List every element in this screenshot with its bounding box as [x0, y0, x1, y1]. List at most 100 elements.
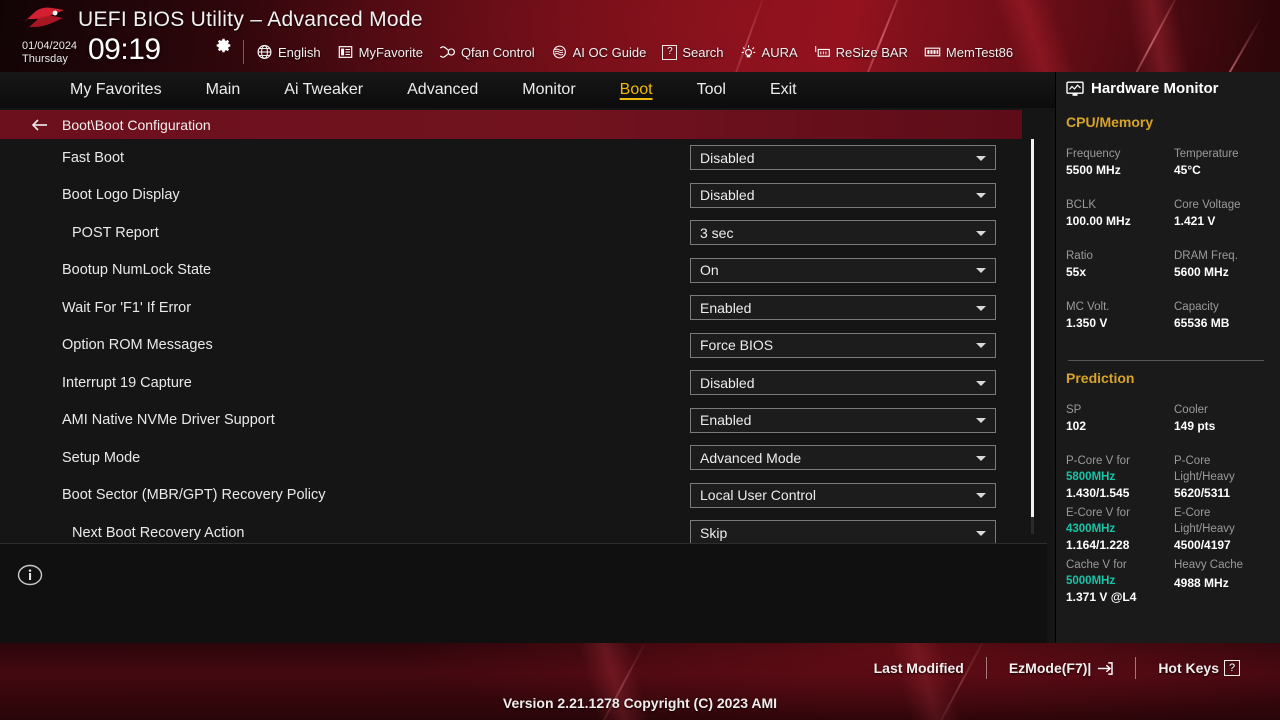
setting-dropdown[interactable]: Skip	[690, 520, 996, 543]
gear-icon[interactable]	[215, 37, 232, 54]
prediction-e-core-clocks: E-Core Light/Heavy 4500/4197	[1174, 505, 1274, 553]
setting-row-boot-sector-recovery-policy[interactable]: Boot Sector (MBR/GPT) Recovery Policy Lo…	[0, 477, 1047, 515]
header-divider	[243, 40, 244, 64]
setting-row-boot-logo-display[interactable]: Boot Logo Display Disabled	[0, 177, 1047, 215]
setting-dropdown[interactable]: Local User Control	[690, 482, 996, 508]
nav-tab-boot[interactable]: Boot	[598, 72, 675, 108]
setting-row-bootup-numlock-state[interactable]: Bootup NumLock State On	[0, 252, 1047, 290]
decor-streak	[1119, 0, 1183, 72]
setting-dropdown[interactable]: Disabled	[690, 182, 996, 208]
metric-value: 1.164/1.228	[1066, 538, 1130, 552]
metric-value: 4988 MHz	[1174, 576, 1229, 590]
metric-frequency: Frequency 5500 MHz	[1066, 146, 1166, 178]
date-value: 01/04/2024	[22, 40, 78, 52]
setting-label: POST Report	[72, 224, 159, 241]
toolbar-item-resize-bar[interactable]: ReSize BAR	[814, 44, 908, 60]
sidebar-metric-pair: Ratio 55x DRAM Freq. 5600 MHz	[1066, 248, 1274, 299]
footer-last-modified-button[interactable]: Last Modified	[852, 660, 986, 676]
question-box-icon: ?	[1224, 660, 1240, 676]
exit-arrow-icon	[1098, 661, 1114, 675]
footer-bar: Last Modified EzMode(F7)| Hot Keys ? Ver…	[0, 643, 1280, 720]
footer-hot-keys-button[interactable]: Hot Keys ?	[1136, 660, 1262, 676]
metric-temperature: Temperature 45°C	[1174, 146, 1274, 178]
sidebar-section-cpu-memory: CPU/Memory	[1066, 114, 1154, 130]
sidebar-prediction-grid: SP 102 Cooler 149 pts P-Core V for 5800M…	[1066, 402, 1274, 609]
metric-key: MC Volt.	[1066, 301, 1110, 313]
info-circle-icon[interactable]	[17, 562, 43, 588]
setting-dropdown[interactable]: Enabled	[690, 295, 996, 320]
hardware-monitor-sidebar: Hardware Monitor CPU/Memory Frequency 55…	[1055, 72, 1280, 643]
question-box-icon: ?	[662, 44, 678, 60]
metric-value: 1.421 V	[1174, 214, 1216, 228]
setting-label: Option ROM Messages	[62, 337, 213, 354]
setting-label: Fast Boot	[62, 149, 125, 166]
nav-tab-advanced[interactable]: Advanced	[385, 72, 500, 108]
metric-value: 4500/4197	[1174, 538, 1231, 552]
setting-dropdown[interactable]: 3 sec	[690, 220, 996, 245]
header-toolbar: English MyFavorite Qfan Control AI OC Gu…	[256, 41, 1013, 63]
setting-row-wait-for-f1-if-error[interactable]: Wait For 'F1' If Error Enabled	[0, 289, 1047, 327]
back-arrow-icon[interactable]	[30, 115, 50, 135]
toolbar-item-search[interactable]: ? Search	[662, 44, 724, 60]
setting-dropdown[interactable]: On	[690, 257, 996, 283]
setting-dropdown[interactable]: Force BIOS	[690, 332, 996, 358]
sidebar-divider	[1068, 360, 1264, 361]
nav-tab-tool[interactable]: Tool	[675, 72, 748, 108]
setting-row-ami-native-nvme-driver-support[interactable]: AMI Native NVMe Driver Support Enabled	[0, 402, 1047, 440]
nav-tab-main[interactable]: Main	[184, 72, 263, 108]
toolbar-item-english[interactable]: English	[256, 44, 321, 60]
prediction-row-e-core: E-Core V for 4300MHz 1.164/1.228 E-Core …	[1066, 505, 1274, 557]
setting-dropdown[interactable]: Disabled	[690, 145, 996, 170]
chevron-down-icon	[976, 155, 986, 161]
settings-scrollbar[interactable]	[1031, 139, 1034, 534]
nav-tab-ai-tweaker[interactable]: Ai Tweaker	[262, 72, 385, 108]
footer-ezmode-button[interactable]: EzMode(F7)|	[987, 660, 1135, 676]
metric-value: 1.371 V @L4	[1066, 590, 1137, 604]
metric-mc-volt: MC Volt. 1.350 V	[1066, 299, 1166, 331]
setting-row-setup-mode[interactable]: Setup Mode Advanced Mode	[0, 439, 1047, 477]
setting-dropdown[interactable]: Advanced Mode	[690, 445, 996, 470]
toolbar-item-memtest86[interactable]: MemTest86	[924, 44, 1013, 60]
toolbar-item-myfavorite[interactable]: MyFavorite	[337, 44, 423, 60]
toolbar-item-ai-oc-guide[interactable]: AI OC Guide	[551, 44, 646, 60]
dropdown-value: Enabled	[700, 412, 752, 428]
setting-dropdown[interactable]: Enabled	[690, 407, 996, 433]
metric-key: Core Voltage	[1174, 199, 1241, 211]
nav-tab-exit[interactable]: Exit	[748, 72, 819, 108]
nav-tab-monitor[interactable]: Monitor	[500, 72, 597, 108]
setting-label: AMI Native NVMe Driver Support	[62, 412, 275, 429]
toolbar-item-qfan-control[interactable]: Qfan Control	[439, 44, 535, 60]
toolbar-label: MemTest86	[945, 44, 1014, 60]
setting-row-next-boot-recovery-action[interactable]: Next Boot Recovery Action Skip	[0, 514, 1047, 543]
setting-dropdown[interactable]: Disabled	[690, 370, 996, 395]
dropdown-value: Disabled	[700, 374, 755, 391]
setting-row-option-rom-messages[interactable]: Option ROM Messages Force BIOS	[0, 327, 1047, 365]
metric-value: 5600 MHz	[1174, 265, 1229, 279]
setting-row-fast-boot[interactable]: Fast Boot Disabled	[0, 139, 1047, 177]
toolbar-item-aura[interactable]: AURA	[740, 44, 798, 60]
memory-icon	[924, 47, 941, 57]
lightbulb-icon	[741, 45, 755, 58]
metric-key-freq: 5000MHz	[1066, 575, 1116, 587]
decor-streak	[1200, 17, 1262, 72]
prediction-cache-voltage: Cache V for 5000MHz 1.371 V @L4	[1066, 557, 1166, 605]
date-display: 01/04/2024 Thursday	[22, 40, 77, 66]
metric-key: DRAM Freq.	[1174, 250, 1238, 262]
metric-core-voltage: Core Voltage 1.421 V	[1174, 197, 1274, 229]
chevron-down-icon	[976, 530, 986, 536]
setting-row-post-report[interactable]: POST Report 3 sec	[0, 214, 1047, 252]
footer-actions: Last Modified EzMode(F7)| Hot Keys ?	[852, 655, 1262, 681]
metric-capacity: Capacity 65536 MB	[1174, 299, 1274, 331]
dropdown-value: Local User Control	[700, 487, 816, 503]
metric-value: 102	[1066, 419, 1087, 433]
dropdown-value: Skip	[700, 524, 728, 541]
setting-row-interrupt-19-capture[interactable]: Interrupt 19 Capture Disabled	[0, 364, 1047, 402]
brain-icon	[552, 45, 566, 59]
metric-key-freq: 5800MHz	[1066, 471, 1116, 483]
metric-key: Temperature	[1174, 148, 1239, 160]
nav-items: My Favorites Main Ai Tweaker Advanced Mo…	[48, 72, 819, 108]
toolbar-label: English	[278, 44, 321, 60]
nav-tab-my-favorites[interactable]: My Favorites	[48, 72, 184, 108]
weekday-value: Thursday	[22, 53, 68, 65]
scrollbar-thumb[interactable]	[1031, 139, 1034, 517]
